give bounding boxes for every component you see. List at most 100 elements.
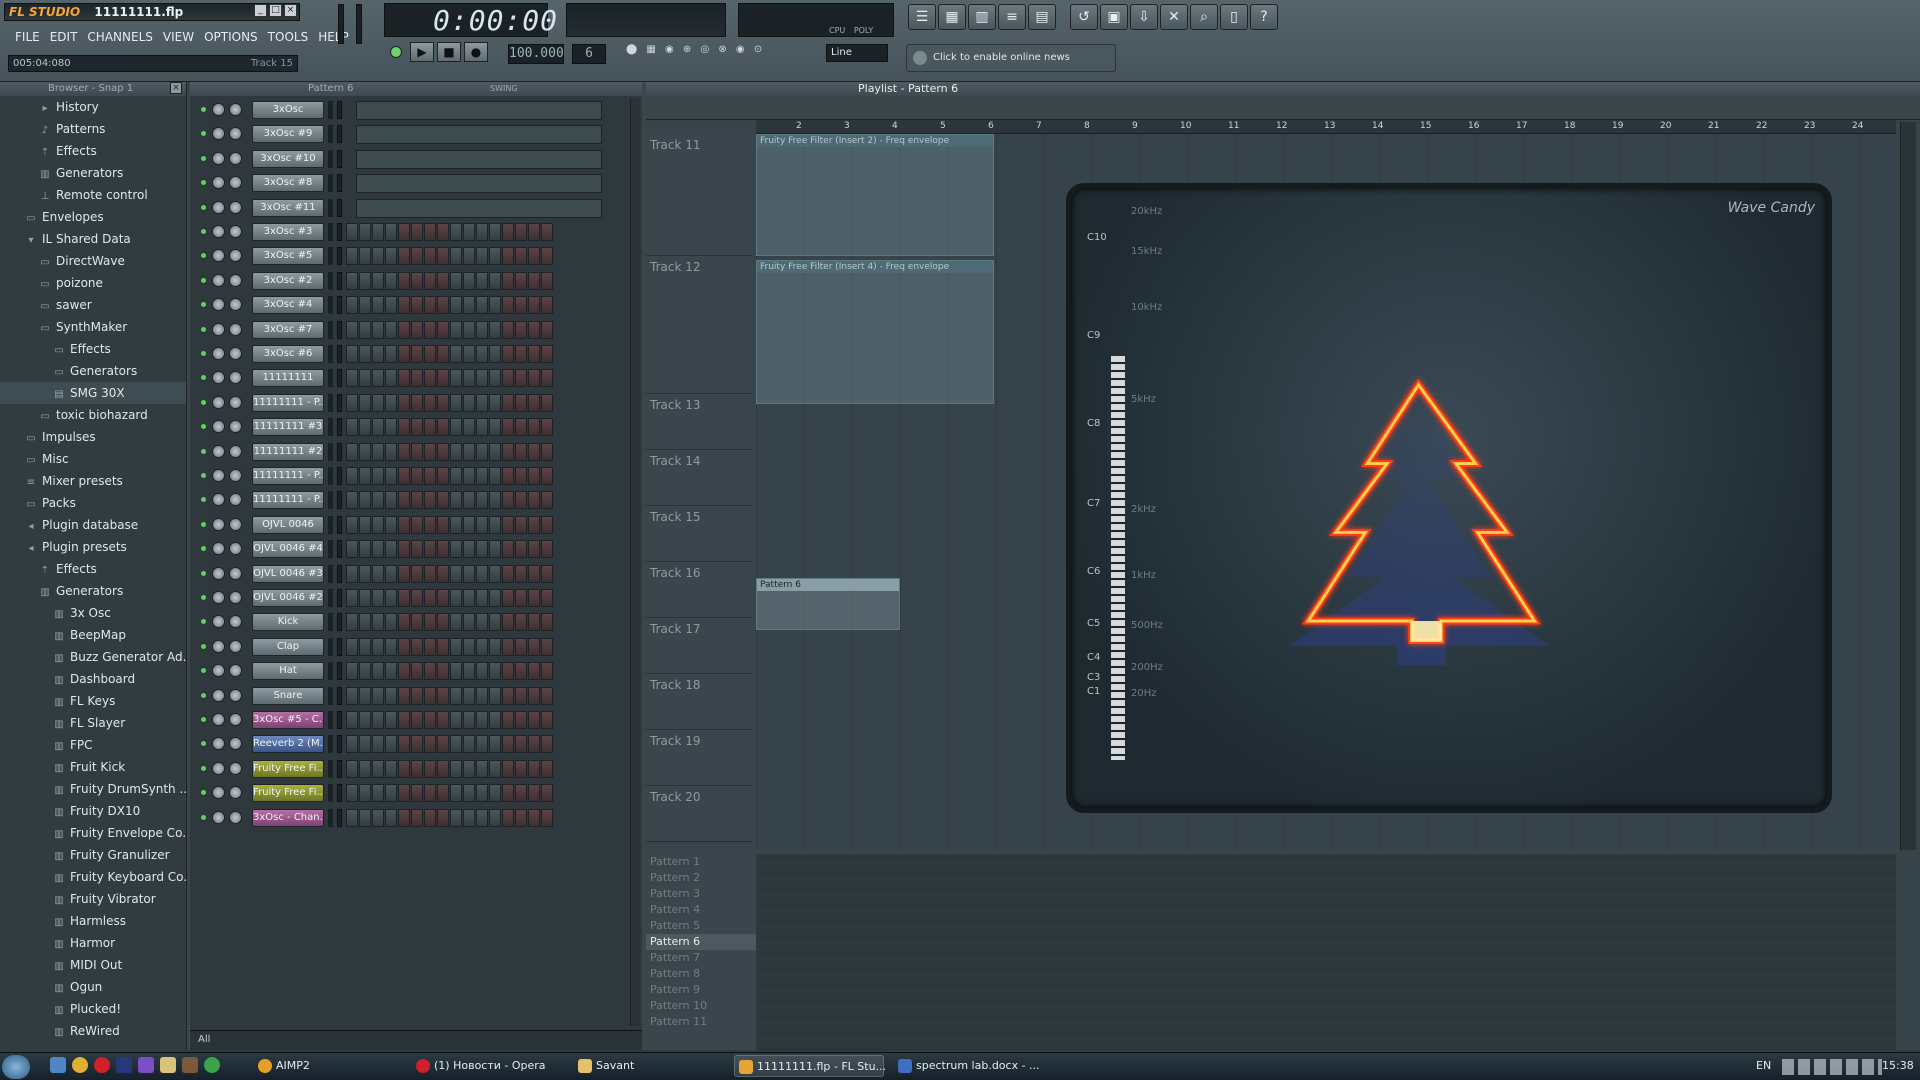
step-button[interactable] [450,345,462,363]
step-button[interactable] [424,271,436,290]
step-button[interactable] [528,271,540,290]
step-button[interactable] [541,296,553,315]
menu-channels[interactable]: CHANNELS [82,29,157,45]
step-button[interactable] [489,345,501,363]
step-button[interactable] [346,515,358,534]
step-button[interactable] [424,808,436,827]
track-header[interactable]: Track 14 [646,450,752,506]
export-icon[interactable]: ⇩ [1130,4,1158,30]
step-button[interactable] [385,808,397,827]
step-button[interactable] [502,735,514,754]
step-button[interactable] [385,223,397,241]
tools-icon[interactable]: ✕ [1160,4,1188,30]
channel-mute-led[interactable] [201,155,206,161]
step-button[interactable] [346,296,358,315]
step-button[interactable] [502,223,514,241]
pattern-list-item[interactable]: Pattern 4 [646,902,756,918]
step-button[interactable] [385,613,397,632]
channel-pan-knob[interactable] [212,664,225,678]
step-button[interactable] [528,637,540,656]
step-button[interactable] [476,759,488,778]
step-button[interactable] [411,589,423,607]
step-button[interactable] [541,686,553,705]
channel-pan-knob[interactable] [212,444,225,458]
step-button[interactable] [450,418,462,437]
menu-options[interactable]: OPTIONS [199,29,263,45]
mixer-button[interactable]: ≡ [998,4,1026,30]
channel-pan-knob[interactable] [212,493,225,507]
step-button[interactable] [424,320,436,339]
stop-button[interactable]: ■ [437,42,461,62]
pattern-list-item[interactable]: Pattern 10 [646,998,756,1014]
step-button[interactable] [411,637,423,656]
step-button[interactable] [359,296,371,315]
channel-mute-led[interactable] [201,399,206,405]
step-button[interactable] [528,223,540,241]
browser-item-rewired[interactable]: ▥ ReWired [0,1020,186,1042]
step-button[interactable] [541,369,553,388]
channel-pan-knob[interactable] [212,200,225,214]
mini-piano-roll[interactable] [356,101,602,120]
channel-row[interactable]: OJVL 0046 #3 [190,562,640,586]
step-button[interactable] [372,784,384,803]
step-button[interactable] [398,784,410,803]
channel-row[interactable]: 11111111 #3 [190,415,640,439]
snap-selector[interactable]: Line [826,44,888,62]
channel-select[interactable] [337,393,342,412]
step-button[interactable] [411,515,423,534]
step-button[interactable] [541,345,553,363]
step-button[interactable] [372,369,384,388]
channel-volume-knob[interactable] [229,566,242,580]
step-button[interactable] [541,320,553,339]
step-button[interactable] [502,686,514,705]
step-button[interactable] [385,735,397,754]
channel-name-button[interactable]: 11111111 #3 [252,418,324,437]
mini-piano-roll[interactable] [356,149,602,169]
channel-row[interactable]: Fruity Free Fi... [190,757,640,781]
step-button[interactable] [398,759,410,778]
step-button[interactable] [541,808,553,827]
step-button[interactable] [359,271,371,290]
step-button[interactable] [359,686,371,705]
media-icon[interactable] [182,1057,198,1073]
step-button[interactable] [541,735,553,754]
step-button[interactable] [346,223,358,241]
browser-item-synthmaker-generators[interactable]: ▭ Generators [0,360,186,382]
channel-name-button[interactable]: 3xOsc #7 [252,320,324,339]
step-button[interactable] [541,613,553,632]
channel-select[interactable] [337,491,342,510]
browser-item-3x-osc[interactable]: ▥ 3x Osc [0,602,186,624]
channel-volume-knob[interactable] [229,225,242,238]
channel-volume-knob[interactable] [229,810,242,824]
step-button[interactable] [515,589,527,607]
channel-row[interactable]: 3xOsc #10 [190,147,640,171]
channel-mute-led[interactable] [201,424,206,430]
step-button[interactable] [437,662,449,681]
step-button[interactable] [437,467,449,485]
channel-volume-knob[interactable] [229,664,242,678]
step-button[interactable] [489,223,501,241]
browser-item-packs[interactable]: ▭ Packs [0,492,186,514]
taskbar-aimp2[interactable]: AIMP2 [254,1055,394,1077]
channel-row[interactable]: 11111111 [190,366,640,390]
channel-volume-knob[interactable] [229,347,242,360]
channel-volume-knob[interactable] [229,688,242,702]
step-button[interactable] [528,320,540,339]
channel-pan-knob[interactable] [212,761,225,775]
step-button[interactable] [502,345,514,363]
step-button[interactable] [489,686,501,705]
browser-item-harmless[interactable]: ▥ Harmless [0,910,186,932]
step-button[interactable] [411,296,423,315]
step-button[interactable] [515,393,527,412]
step-button[interactable] [502,296,514,315]
step-button[interactable] [437,759,449,778]
step-button[interactable] [359,540,371,559]
step-button[interactable] [515,686,527,705]
automation-clip-insert-2[interactable]: Fruity Free Filter (Insert 2) - Freq env… [756,134,994,256]
track-header[interactable]: Track 16 [646,562,752,618]
channel-row[interactable]: OJVL 0046 #4 [190,537,640,561]
step-button[interactable] [502,247,514,266]
step-button[interactable] [515,613,527,632]
step-button[interactable] [424,442,436,461]
step-button[interactable] [437,784,449,803]
